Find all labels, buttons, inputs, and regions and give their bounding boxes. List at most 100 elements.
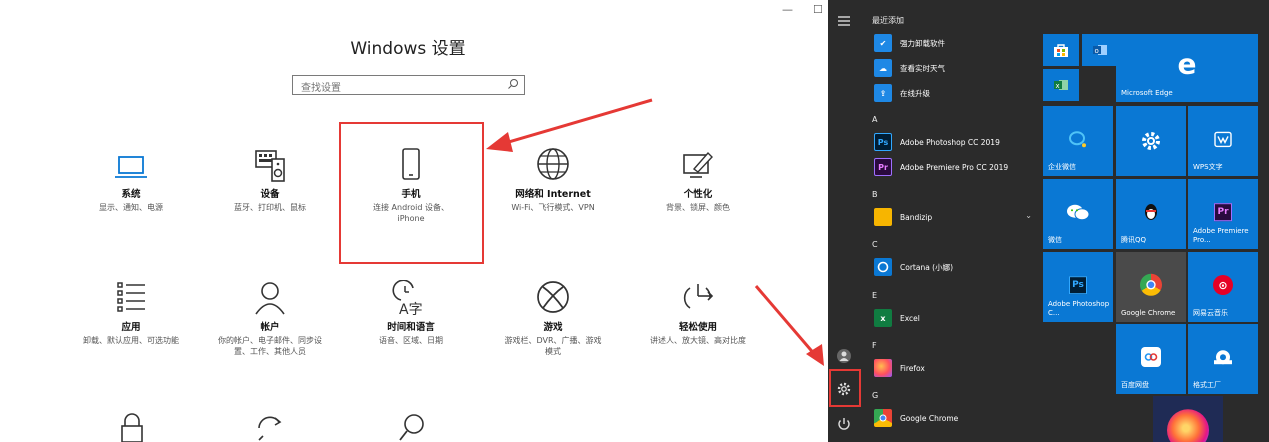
firefox-tile[interactable] [1153,396,1223,442]
tile-desc: 语音、区域、日期 [379,336,443,345]
tile-system[interactable]: 系统 显示、通知、电源 [69,147,193,213]
app-label: Bandizip [900,212,933,222]
search-input[interactable] [293,79,493,98]
wechat-work-icon [1069,131,1086,148]
tile-desc: 你的帐户、电子邮件、同步设置、工作、其他人员 [218,336,322,356]
wechat-work-tile[interactable]: 企业微信 [1043,106,1113,176]
tile-title: 帐户 [260,322,280,333]
app-label: Cortana (小娜) [900,262,954,272]
premiere-icon: Pr [874,158,892,176]
tile-label: Microsoft Edge [1121,89,1173,97]
wps-writer-icon [1214,131,1232,148]
tile-title: 游戏 [543,322,563,333]
search-box[interactable] [292,75,525,98]
outlook-tile[interactable]: o [1082,34,1118,66]
keyboard-speaker-icon [255,150,285,182]
tile-title: 设备 [260,189,280,200]
tile-title: 系统 [121,189,141,200]
tile-gaming[interactable]: 游戏 游戏栏、DVR、广播、游戏模式 [491,280,615,357]
tile-title: 网络和 Internet [515,189,591,200]
apps-list-icon [117,282,145,312]
app-label: 在线升级 [900,88,930,98]
tile-network[interactable]: 网络和 Internet Wi-Fi、飞行模式、VPN [491,147,615,213]
netease-music-tile[interactable]: ⊙ 网易云音乐 [1188,252,1258,322]
list-item[interactable]: x Excel [874,308,1034,328]
section-header-recent: 最近添加 [872,16,904,25]
wechat-tile[interactable]: 微信 [1043,179,1113,249]
tile-title: 个性化 [683,189,713,200]
list-item[interactable]: ☁ 查看实时天气 [874,58,1034,78]
page-title: Windows 设置 [350,39,466,59]
start-menu: 最近添加 ✔ 强力卸载软件 ☁ 查看实时天气 ⇪ 在线升级 A Ps Adobe… [828,0,1269,442]
list-item[interactable]: Ps Adobe Photoshop CC 2019 [874,132,1034,152]
list-item[interactable]: Bandizip ⌄ [874,207,1034,227]
photoshop-icon: Ps [874,133,892,151]
list-item[interactable]: Cortana (小娜) [874,257,1034,277]
user-avatar-icon[interactable] [836,348,852,364]
settings-tile[interactable] [1116,106,1186,176]
store-tile[interactable] [1043,34,1079,66]
annotation-arrow [754,285,824,366]
power-icon[interactable] [836,416,852,432]
tile-ease-of-access[interactable]: 轻松使用 讲述人、放大镜、高对比度 [636,280,760,346]
list-item[interactable]: Google Chrome [874,408,1034,428]
list-item[interactable]: Pr Adobe Premiere Pro CC 2019 [874,157,1034,177]
qq-tile[interactable]: 腾讯QQ [1116,179,1186,249]
person-icon [255,282,285,315]
excel-icon: x [874,309,892,327]
tile-label: 百度网盘 [1121,381,1149,389]
tile-label: 微信 [1048,236,1062,244]
app-label: 查看实时天气 [900,63,945,73]
svg-text:x: x [1056,82,1060,90]
uninstaller-icon: ✔ [874,34,892,52]
outlook-icon: o [1093,45,1107,55]
hamburger-menu-icon[interactable] [836,13,852,29]
tile-label: Adobe Photoshop C... [1048,300,1110,317]
app-label: Adobe Photoshop CC 2019 [900,137,1000,147]
format-factory-icon [1214,350,1232,365]
svg-text:A字: A字 [399,302,423,316]
wps-tile[interactable]: WPS文字 [1188,106,1258,176]
baidu-netdisk-tile[interactable]: 百度网盘 [1116,324,1186,394]
chrome-tile[interactable]: Google Chrome [1116,252,1186,322]
chrome-icon [874,409,892,427]
tile-label: 腾讯QQ [1121,236,1147,244]
photoshop-icon: Ps [1069,276,1087,295]
format-factory-tile[interactable]: 格式工厂 [1188,324,1258,394]
tile-label: Google Chrome [1121,309,1176,317]
start-left-rail [828,0,861,442]
app-label: Adobe Premiere Pro CC 2019 [900,162,1009,172]
netease-music-icon: ⊙ [1213,275,1233,295]
tile-title: 应用 [121,322,141,333]
list-item[interactable]: ⇪ 在线升级 [874,83,1034,103]
tile-time-language[interactable]: A字 时间和语言 语音、区域、日期 [349,280,473,346]
chevron-down-icon[interactable]: ⌄ [1025,211,1032,220]
tile-accounts[interactable]: 帐户 你的帐户、电子邮件、同步设置、工作、其他人员 [208,280,332,357]
app-label: Firefox [900,363,925,373]
maximize-button[interactable]: ☐ [813,3,823,16]
photoshop-tile[interactable]: Ps Adobe Photoshop C... [1043,252,1113,322]
tile-desc: 游戏栏、DVR、广播、游戏模式 [504,336,602,356]
list-item[interactable]: Firefox [874,358,1034,378]
tile-personalization[interactable]: 个性化 背景、锁屏、颜色 [636,147,760,213]
folder-icon [874,208,892,226]
cortana-icon [874,258,892,276]
svg-text:o: o [1095,47,1099,55]
excel-tile[interactable]: x [1043,69,1079,101]
laptop-icon [115,156,147,178]
tile-apps[interactable]: 应用 卸载、默认应用、可选功能 [69,280,193,346]
lock-icon [121,413,143,442]
edge-tile[interactable]: e Microsoft Edge [1116,34,1258,102]
tile-label: 网易云音乐 [1193,309,1228,317]
section-header-letter: G [872,391,879,400]
firefox-icon [1167,409,1209,442]
minimize-button[interactable]: — [782,3,793,16]
tile-label: Adobe Premiere Pro... [1193,227,1249,244]
tile-devices[interactable]: 设备 蓝牙、打印机、鼠标 [208,147,332,213]
list-item[interactable]: ✔ 强力卸载软件 [874,33,1034,53]
search-icon [399,414,424,441]
tile-desc: 显示、通知、电源 [99,203,163,212]
tile-label: 企业微信 [1048,163,1076,171]
premiere-tile[interactable]: Pr Adobe Premiere Pro... [1188,179,1258,249]
section-header-letter: A [872,115,878,124]
